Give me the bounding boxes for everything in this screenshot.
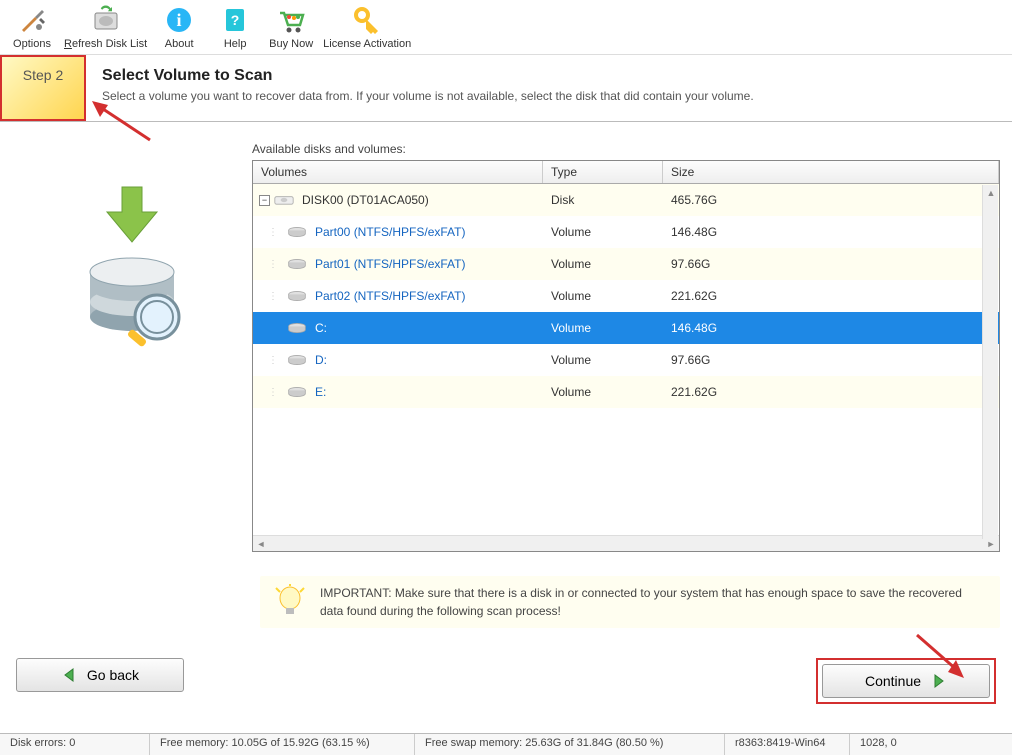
tree-line: ⋮ [259, 259, 287, 270]
row-type: Volume [543, 385, 663, 399]
buynow-button[interactable]: Buy Now [267, 4, 315, 50]
col-header-size[interactable]: Size [663, 161, 999, 183]
table-row[interactable]: ⋮ E: Volume 221.62G [253, 376, 999, 408]
volume-icon [287, 353, 315, 367]
go-back-button[interactable]: Go back [16, 658, 184, 692]
volume-icon [287, 321, 315, 335]
refresh-disk-icon [90, 4, 122, 36]
row-name: Part00 (NTFS/HPFS/exFAT) [315, 225, 465, 239]
volume-icon [287, 385, 315, 399]
go-back-label: Go back [87, 667, 139, 683]
table-body: − DISK00 (DT01ACA050) Disk 465.76G ⋮ Par… [253, 184, 999, 535]
step-badge: Step 2 [0, 55, 86, 121]
table-row[interactable]: ⋮ D: Volume 97.66G [253, 344, 999, 376]
volume-icon [287, 289, 315, 303]
row-size: 97.66G [663, 257, 999, 271]
row-size: 465.76G [663, 193, 999, 207]
table-row-disk[interactable]: − DISK00 (DT01ACA050) Disk 465.76G [253, 184, 999, 216]
scroll-left-icon[interactable]: ◄ [253, 536, 269, 552]
status-build: r8363:8419-Win64 [725, 734, 850, 755]
arrow-left-icon [61, 667, 77, 683]
about-button[interactable]: i About [155, 4, 203, 50]
table-row[interactable]: ⋮ Part02 (NTFS/HPFS/exFAT) Volume 221.62… [253, 280, 999, 312]
license-label: License Activation [323, 38, 411, 50]
info-text: IMPORTANT: Make sure that there is a dis… [320, 584, 988, 620]
tree-line: ⋮ [259, 291, 287, 302]
row-type: Disk [543, 193, 663, 207]
row-size: 97.66G [663, 353, 999, 367]
table-row-selected[interactable]: C: Volume 146.48G [253, 312, 999, 344]
collapse-icon[interactable]: − [259, 195, 270, 206]
volumes-table: Volumes Type Size − DISK00 (DT01ACA050) … [252, 160, 1000, 552]
table-header: Volumes Type Size [253, 161, 999, 184]
refresh-label: Refresh Disk List [64, 38, 147, 50]
row-type: Volume [543, 257, 663, 271]
row-type: Volume [543, 353, 663, 367]
row-type: Volume [543, 225, 663, 239]
row-size: 146.48G [663, 321, 999, 335]
toolbar: Options Refresh Disk List i About ? Help… [0, 0, 1012, 54]
license-button[interactable]: License Activation [323, 4, 411, 50]
scroll-up-icon[interactable]: ▲ [983, 185, 999, 201]
row-name: Part02 (NTFS/HPFS/exFAT) [315, 289, 465, 303]
disk-icon [274, 193, 302, 207]
table-row[interactable]: ⋮ Part00 (NTFS/HPFS/exFAT) Volume 146.48… [253, 216, 999, 248]
scan-graphic [12, 142, 252, 552]
status-diskerrors: Disk errors: 0 [0, 734, 150, 755]
annotation-arrow-2 [912, 630, 972, 685]
lightbulb-icon [272, 584, 308, 620]
help-label: Help [224, 38, 247, 50]
help-button[interactable]: ? Help [211, 4, 259, 50]
options-label: Options [13, 38, 51, 50]
tree-line: ⋮ [259, 387, 287, 398]
main-area: Available disks and volumes: Volumes Typ… [0, 122, 1012, 552]
tree-line: ⋮ [259, 355, 287, 366]
volume-icon [287, 225, 315, 239]
svg-text:i: i [177, 10, 182, 30]
svg-text:?: ? [231, 12, 240, 28]
row-type: Volume [543, 321, 663, 335]
table-row[interactable]: ⋮ Part01 (NTFS/HPFS/exFAT) Volume 97.66G [253, 248, 999, 280]
cart-icon [275, 4, 307, 36]
volume-icon [287, 257, 315, 271]
status-freemem: Free memory: 10.05G of 15.92G (63.15 %) [150, 734, 415, 755]
vertical-scrollbar[interactable]: ▲ [982, 185, 998, 539]
horizontal-scrollbar[interactable]: ◄ ► [253, 535, 999, 551]
row-name: C: [315, 321, 327, 335]
about-label: About [165, 38, 194, 50]
buynow-label: Buy Now [269, 38, 313, 50]
help-icon: ? [219, 4, 251, 36]
options-button[interactable]: Options [8, 4, 56, 50]
row-size: 221.62G [663, 289, 999, 303]
status-bar: Disk errors: 0 Free memory: 10.05G of 15… [0, 733, 1012, 755]
options-icon [16, 4, 48, 36]
about-icon: i [163, 4, 195, 36]
table-label: Available disks and volumes: [252, 142, 1000, 156]
page-description: Select a volume you want to recover data… [102, 89, 996, 103]
annotation-arrow-1 [90, 95, 160, 145]
row-name: Part01 (NTFS/HPFS/exFAT) [315, 257, 465, 271]
row-name: DISK00 (DT01ACA050) [302, 193, 429, 207]
col-header-type[interactable]: Type [543, 161, 663, 183]
status-freeswap: Free swap memory: 25.63G of 31.84G (80.5… [415, 734, 725, 755]
info-strip: IMPORTANT: Make sure that there is a dis… [260, 576, 1000, 628]
col-header-name[interactable]: Volumes [253, 161, 543, 183]
refresh-button[interactable]: Refresh Disk List [64, 4, 147, 50]
button-bar: Go back Continue [0, 628, 1012, 714]
row-type: Volume [543, 289, 663, 303]
status-coords: 1028, 0 [850, 734, 1012, 755]
row-name: D: [315, 353, 327, 367]
row-size: 221.62G [663, 385, 999, 399]
row-name: E: [315, 385, 326, 399]
tree-line: ⋮ [259, 227, 287, 238]
row-size: 146.48G [663, 225, 999, 239]
page-title: Select Volume to Scan [102, 67, 996, 85]
key-icon [351, 4, 383, 36]
